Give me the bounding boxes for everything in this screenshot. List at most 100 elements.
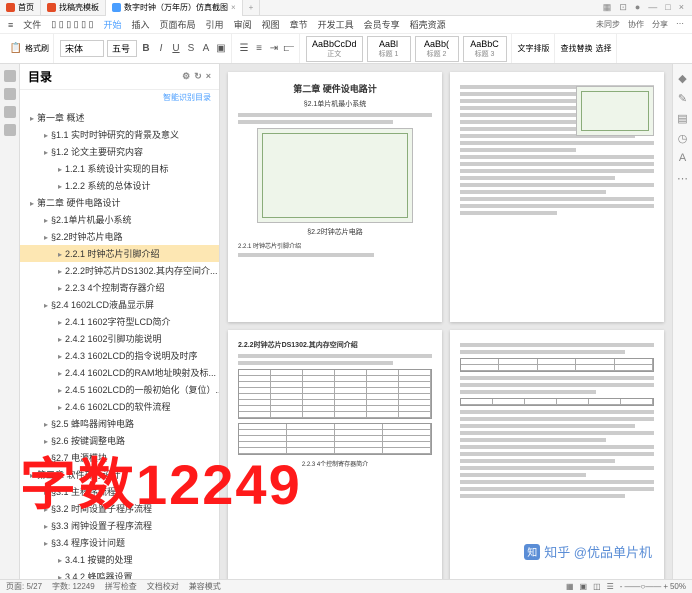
format-brush[interactable]: 格式刷 (25, 43, 49, 54)
toc-item[interactable]: 1.2.1 系统设计实现的目标 (20, 160, 219, 177)
status-spell[interactable]: 拼写检查 (105, 581, 137, 592)
left-tool-2[interactable] (4, 88, 16, 100)
text-tool-icon[interactable]: 文字排版 (518, 43, 550, 54)
collab-button[interactable]: 协作 (628, 19, 644, 30)
font-family-select[interactable]: 宋体 (60, 40, 104, 57)
toc-item[interactable]: §3.1 主程序流程 (20, 483, 219, 500)
paste-icon[interactable]: 📋 (10, 43, 22, 55)
toc-item[interactable]: 2.2.1 时钟芯片引脚介绍 (20, 245, 219, 262)
toc-item[interactable]: 1.2.2 系统的总体设计 (20, 177, 219, 194)
view-outline-icon[interactable]: ☰ (607, 582, 614, 591)
grid-icon[interactable]: ▦ (603, 2, 612, 13)
tab-add[interactable]: + (243, 0, 261, 16)
tab-home[interactable]: 首页 (0, 0, 41, 16)
bullet-icon[interactable]: ☰ (238, 43, 250, 55)
toc-item[interactable]: §2.5 蜂鸣器闹钟电路 (20, 415, 219, 432)
toc-item[interactable]: 2.2.2时钟芯片DS1302.其内存空间介... (20, 262, 219, 279)
toc-item[interactable]: §2.4 1602LCD液晶显示屏 (20, 296, 219, 313)
more-icon[interactable]: ⋯ (676, 19, 684, 30)
underline-icon[interactable]: U (170, 43, 182, 55)
menu-start[interactable]: 开始 (104, 18, 122, 31)
tab-document[interactable]: 数字时钟（万年历）仿真截图× (106, 0, 243, 16)
bold-icon[interactable]: B (140, 43, 152, 55)
strike-icon[interactable]: S (185, 43, 197, 55)
zoom-slider[interactable]: ——○—— (624, 582, 661, 591)
toc-item[interactable]: §3.2 时间设置子程序流程 (20, 500, 219, 517)
status-doccheck[interactable]: 文档校对 (147, 581, 179, 592)
minimize-icon[interactable]: — (648, 2, 657, 13)
share-button[interactable]: 分享 (652, 19, 668, 30)
status-words[interactable]: 字数: 12249 (52, 581, 95, 592)
zoom-value[interactable]: 50% (670, 582, 686, 591)
toc-item[interactable]: 2.4.3 1602LCD的指令说明及时序 (20, 347, 219, 364)
toc-item[interactable]: §1.2 论文主要研究内容 (20, 143, 219, 160)
sync-status[interactable]: 未同步 (596, 19, 620, 30)
font-size-select[interactable]: 五号 (107, 40, 137, 57)
toc-item[interactable]: §2.1单片机最小系统 (20, 211, 219, 228)
find-replace[interactable]: 查找替换 (561, 43, 593, 54)
toc-refresh-icon[interactable]: ↻ (194, 71, 202, 82)
tab-template[interactable]: 找稿壳模板 (41, 0, 106, 16)
toc-item[interactable]: §1.1 实时时钟研究的背景及意义 (20, 126, 219, 143)
toc-item[interactable]: 2.4.6 1602LCD的软件流程 (20, 398, 219, 415)
menu-res[interactable]: 稻壳资源 (410, 18, 446, 31)
toc-item[interactable]: 2.4.5 1602LCD的一般初始化（复位）... (20, 381, 219, 398)
indent-icon[interactable]: ⇥ (268, 43, 280, 55)
view-read-icon[interactable]: ▣ (580, 582, 588, 591)
view-web-icon[interactable]: ◫ (593, 582, 601, 591)
document-canvas[interactable]: 第二章 硬件设电路计 §2.1单片机最小系统 §2.2时钟芯片电路 2.2.1 … (220, 64, 672, 579)
right-tool-brush-icon[interactable]: ✎ (677, 92, 689, 104)
menu-dev[interactable]: 开发工具 (318, 18, 354, 31)
right-tool-clock-icon[interactable]: ◷ (677, 132, 689, 144)
toc-item[interactable]: §3.3 闹钟设置子程序流程 (20, 517, 219, 534)
number-icon[interactable]: ≡ (253, 43, 265, 55)
left-tool-4[interactable] (4, 124, 16, 136)
menu-hamburger-icon[interactable]: ≡ (8, 20, 13, 30)
toc-item[interactable]: 2.4.4 1602LCD的RAM地址映射及标... (20, 364, 219, 381)
italic-icon[interactable]: I (155, 43, 167, 55)
toc-item[interactable]: 2.4.2 1602引脚功能说明 (20, 330, 219, 347)
status-page[interactable]: 页面: 5/27 (6, 581, 42, 592)
menu-chapter[interactable]: 章节 (290, 18, 308, 31)
menu-vip[interactable]: 会员专享 (364, 18, 400, 31)
toc-item[interactable]: §3.4 程序设计问题 (20, 534, 219, 551)
right-tool-chat-icon[interactable]: ▤ (677, 112, 689, 124)
toc-item[interactable]: 第一章 概述 (20, 109, 219, 126)
menu-review[interactable]: 审阅 (234, 18, 252, 31)
left-tool-3[interactable] (4, 106, 16, 118)
close-icon[interactable]: × (231, 3, 236, 12)
menu-file[interactable]: 文件 (23, 18, 41, 31)
toc-settings-icon[interactable]: ⚙ (182, 71, 190, 82)
toc-item[interactable]: §2.6 按键调整电路 (20, 432, 219, 449)
toc-item[interactable]: 2.4.1 1602字符型LCD简介 (20, 313, 219, 330)
avatar-icon[interactable]: ● (635, 2, 640, 13)
toc-item[interactable]: 第二章 硬件电路设计 (20, 194, 219, 211)
style-gallery[interactable]: AaBbCcDd正文 AaBl标题 1 AaBb(标题 2 AaBbC标题 3 (302, 34, 512, 63)
close-window-icon[interactable]: × (679, 2, 684, 13)
right-tool-a-icon[interactable]: A (677, 152, 689, 164)
highlight-icon[interactable]: ▣ (215, 43, 227, 55)
fontcolor-icon[interactable]: A (200, 43, 212, 55)
toc-close-icon[interactable]: × (206, 71, 211, 82)
view-mode-icon[interactable]: ▦ (566, 582, 574, 591)
toc-item[interactable]: §2.2时钟芯片电路 (20, 228, 219, 245)
toc-item[interactable]: §2.7 电源模块 (20, 449, 219, 466)
menu-insert[interactable]: 插入 (132, 18, 150, 31)
toc-item[interactable]: 第三章 软件部分设计 (20, 466, 219, 483)
zoom-in-icon[interactable]: + (663, 582, 668, 591)
align-icon[interactable]: ⫍ (283, 43, 295, 55)
maximize-icon[interactable]: □ (665, 2, 670, 13)
menu-view[interactable]: 视图 (262, 18, 280, 31)
smart-toc-link[interactable]: 智能识别目录 (20, 90, 219, 105)
select-tool[interactable]: 选择 (596, 43, 612, 54)
left-tool-1[interactable] (4, 70, 16, 82)
right-tool-more-icon[interactable]: ⋯ (677, 172, 689, 184)
toc-item[interactable]: 2.2.3 4个控制寄存器介绍 (20, 279, 219, 296)
zoom-out-icon[interactable]: - (620, 582, 623, 591)
toc-item[interactable]: 3.4.1 按键的处理 (20, 551, 219, 568)
restore-icon[interactable]: ⊡ (619, 2, 627, 13)
menu-ref[interactable]: 引用 (206, 18, 224, 31)
right-tool-diamond-icon[interactable]: ◆ (677, 72, 689, 84)
toc-item[interactable]: 3.4.2 蜂鸣器设置 (20, 568, 219, 579)
menu-layout[interactable]: 页面布局 (160, 18, 196, 31)
